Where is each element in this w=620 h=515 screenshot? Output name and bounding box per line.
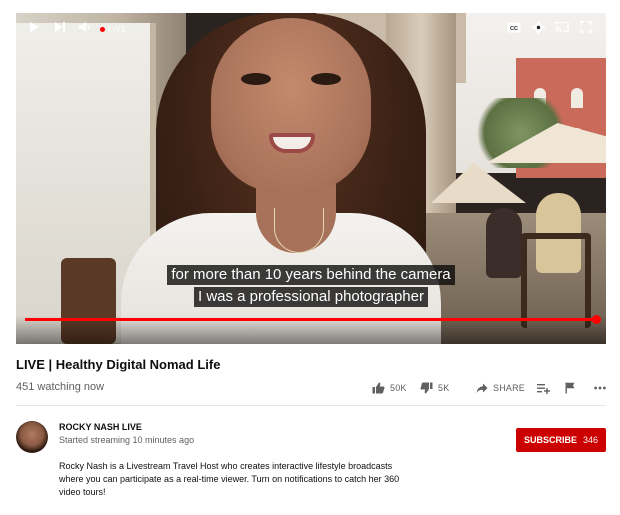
save-to-playlist-button[interactable] [537, 381, 550, 395]
dislike-button[interactable]: 5K [420, 381, 449, 395]
channel-avatar[interactable] [16, 421, 48, 453]
settings-icon [531, 20, 545, 34]
channel-name[interactable]: ROCKY NASH LIVE [59, 422, 142, 432]
caption-line: I was a professional photographer [194, 287, 428, 307]
subscribe-button[interactable]: SUBSCRIBE 346 [516, 428, 606, 452]
dislike-count: 5K [438, 383, 450, 393]
live-label: LIVE [108, 24, 127, 34]
settings-button[interactable] [530, 19, 546, 35]
presenter-eye [241, 73, 271, 85]
presenter-eye [311, 73, 341, 85]
subscribe-label: SUBSCRIBE [523, 435, 577, 445]
cast-button[interactable] [554, 19, 570, 35]
video-player[interactable]: for more than 10 years behind the camera… [16, 13, 606, 344]
flag-icon [565, 382, 575, 394]
volume-icon [78, 22, 89, 32]
fullscreen-button[interactable] [578, 19, 594, 35]
share-arrow-icon [476, 383, 488, 393]
view-count: 451 watching now [16, 381, 105, 393]
caption-overlay: for more than 10 years behind the camera… [16, 265, 606, 309]
subscriber-count: 346 [582, 435, 599, 445]
scrubber-handle[interactable] [592, 315, 601, 324]
next-button[interactable] [52, 19, 68, 35]
like-count: 50K [390, 383, 407, 393]
svg-text:CC: CC [510, 25, 518, 31]
cast-icon [555, 21, 569, 33]
presenter-mouth [269, 133, 315, 153]
play-button[interactable] [26, 19, 42, 35]
caption-line: for more than 10 years behind the camera [167, 265, 455, 285]
more-horizontal-icon [594, 386, 606, 390]
captions-icon: CC [507, 22, 521, 32]
live-dot [100, 26, 105, 32]
share-button[interactable]: SHARE [476, 381, 525, 395]
video-description: Rocky Nash is a Livestream Travel Host w… [59, 461, 400, 497]
stream-started-text: Started streaming 10 minutes ago [59, 435, 195, 445]
progress-bar[interactable] [25, 315, 601, 324]
presenter-face [211, 18, 371, 193]
like-button[interactable]: 50K [372, 381, 407, 395]
thumbs-up-icon [372, 382, 385, 394]
live-indicator[interactable]: LIVE [100, 21, 127, 37]
report-button[interactable] [565, 381, 575, 395]
fullscreen-icon [580, 21, 592, 33]
section-divider [16, 405, 606, 406]
video-title: LIVE | Healthy Digital Nomad Life [16, 357, 221, 372]
share-label: SHARE [493, 383, 526, 393]
play-icon [30, 22, 39, 32]
more-options-button[interactable] [594, 381, 606, 395]
thumbs-down-icon [420, 382, 433, 394]
volume-button[interactable] [76, 19, 92, 35]
playlist-add-icon [537, 383, 550, 394]
captions-button[interactable]: CC [506, 19, 522, 35]
next-icon [55, 22, 65, 32]
